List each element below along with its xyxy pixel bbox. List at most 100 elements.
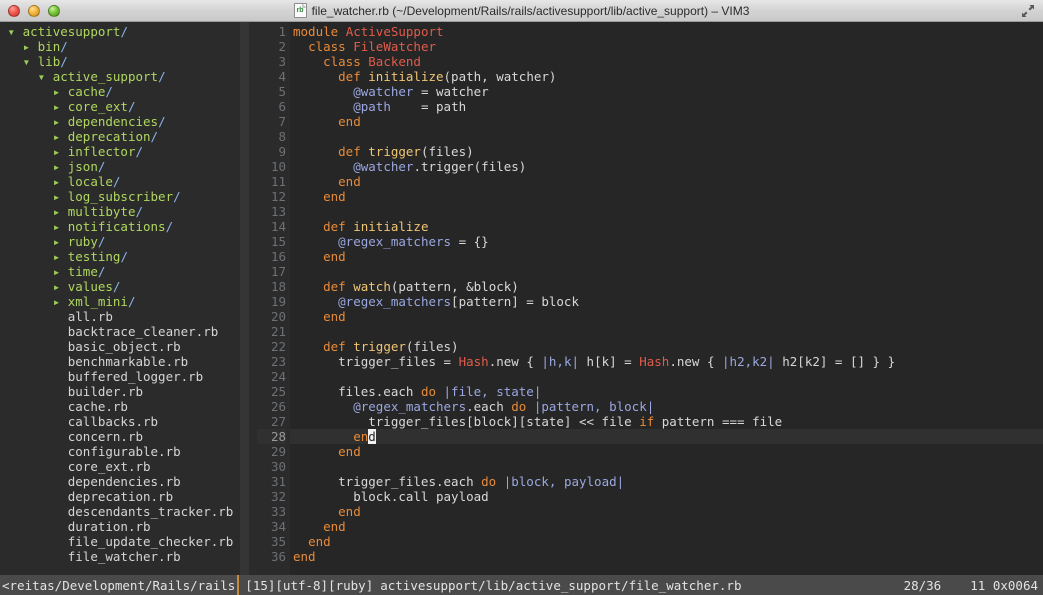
code-line[interactable]: end: [290, 444, 1043, 459]
tree-file-item[interactable]: core_ext.rb: [0, 459, 240, 474]
split-separator[interactable]: [240, 22, 249, 575]
tree-dir-item[interactable]: ▸ cache/: [0, 84, 240, 99]
code-line[interactable]: end: [290, 114, 1043, 129]
code-line[interactable]: module ActiveSupport: [290, 24, 1043, 39]
chevron-down-icon[interactable]: ▾: [23, 54, 38, 69]
code-line[interactable]: class Backend: [290, 54, 1043, 69]
tree-file-item[interactable]: basic_object.rb: [0, 339, 240, 354]
tree-file-item[interactable]: deprecation.rb: [0, 489, 240, 504]
code-line[interactable]: block.call payload: [290, 489, 1043, 504]
code-line[interactable]: [290, 459, 1043, 474]
code-line[interactable]: [290, 369, 1043, 384]
chevron-right-icon[interactable]: ▸: [53, 219, 68, 234]
chevron-right-icon[interactable]: ▸: [23, 39, 38, 54]
tree-dir-item[interactable]: ▸ ruby/: [0, 234, 240, 249]
tree-file-item[interactable]: backtrace_cleaner.rb: [0, 324, 240, 339]
zoom-button[interactable]: [48, 5, 60, 17]
code-text-area[interactable]: module ActiveSupport class FileWatcher c…: [290, 22, 1043, 575]
code-line[interactable]: files.each do |file, state|: [290, 384, 1043, 399]
chevron-right-icon[interactable]: ▸: [53, 84, 68, 99]
tree-dir-item[interactable]: ▸ deprecation/: [0, 129, 240, 144]
code-line[interactable]: [290, 129, 1043, 144]
code-line[interactable]: @path = path: [290, 99, 1043, 114]
code-line[interactable]: end: [290, 549, 1043, 564]
tree-file-item[interactable]: concern.rb: [0, 429, 240, 444]
code-line[interactable]: end: [290, 174, 1043, 189]
chevron-right-icon[interactable]: ▸: [53, 294, 68, 309]
code-line[interactable]: end: [290, 249, 1043, 264]
code-line[interactable]: [290, 264, 1043, 279]
code-line[interactable]: def trigger(files): [290, 144, 1043, 159]
code-token: end: [338, 504, 361, 519]
tree-dir-item[interactable]: ▸ bin/: [0, 39, 240, 54]
code-token: trigger_files =: [293, 354, 459, 369]
code-line[interactable]: def trigger(files): [290, 339, 1043, 354]
tree-dir-item[interactable]: ▸ inflector/: [0, 144, 240, 159]
chevron-right-icon[interactable]: ▸: [53, 129, 68, 144]
code-line[interactable]: end: [290, 309, 1043, 324]
tree-file-item[interactable]: descendants_tracker.rb: [0, 504, 240, 519]
tree-file-item[interactable]: buffered_logger.rb: [0, 369, 240, 384]
tree-file-item[interactable]: file_update_checker.rb: [0, 534, 240, 549]
tree-dir-item[interactable]: ▸ log_subscriber/: [0, 189, 240, 204]
code-line[interactable]: trigger_files.each do |block, payload|: [290, 474, 1043, 489]
tree-dir-item[interactable]: ▸ time/: [0, 264, 240, 279]
code-line[interactable]: class FileWatcher: [290, 39, 1043, 54]
chevron-right-icon[interactable]: ▸: [53, 234, 68, 249]
tree-dir-item[interactable]: ▸ notifications/: [0, 219, 240, 234]
close-button[interactable]: [8, 5, 20, 17]
tree-dir-item[interactable]: ▸ multibyte/: [0, 204, 240, 219]
code-line[interactable]: [290, 324, 1043, 339]
code-line[interactable]: def initialize(path, watcher): [290, 69, 1043, 84]
code-line[interactable]: [290, 204, 1043, 219]
tree-dir-item[interactable]: ▸ json/: [0, 159, 240, 174]
code-line[interactable]: trigger_files = Hash.new { |h,k| h[k] = …: [290, 354, 1043, 369]
chevron-right-icon[interactable]: ▸: [53, 264, 68, 279]
code-line[interactable]: trigger_files[block][state] << file if p…: [290, 414, 1043, 429]
tree-dir-item[interactable]: ▸ testing/: [0, 249, 240, 264]
tree-dir-item[interactable]: ▸ locale/: [0, 174, 240, 189]
code-line[interactable]: end: [290, 189, 1043, 204]
chevron-right-icon[interactable]: ▸: [53, 279, 68, 294]
code-line[interactable]: def initialize: [290, 219, 1043, 234]
tree-dir-item[interactable]: ▸ dependencies/: [0, 114, 240, 129]
chevron-right-icon[interactable]: ▸: [53, 144, 68, 159]
tree-dir-item[interactable]: ▾ active_support/: [0, 69, 240, 84]
chevron-right-icon[interactable]: ▸: [53, 189, 68, 204]
chevron-right-icon[interactable]: ▸: [53, 249, 68, 264]
tree-file-item[interactable]: configurable.rb: [0, 444, 240, 459]
tree-dir-item[interactable]: ▸ values/: [0, 279, 240, 294]
tree-file-item[interactable]: file_watcher.rb: [0, 549, 240, 564]
tree-file-item[interactable]: builder.rb: [0, 384, 240, 399]
code-line[interactable]: @regex_matchers = {}: [290, 234, 1043, 249]
tree-file-item[interactable]: duration.rb: [0, 519, 240, 534]
tree-dir-item[interactable]: ▾ lib/: [0, 54, 240, 69]
code-line[interactable]: @watcher.trigger(files): [290, 159, 1043, 174]
code-line[interactable]: end: [290, 504, 1043, 519]
tree-dir-item[interactable]: ▾ activesupport/: [0, 24, 240, 39]
tree-file-item[interactable]: cache.rb: [0, 399, 240, 414]
tree-dir-item[interactable]: ▸ xml_mini/: [0, 294, 240, 309]
minimize-button[interactable]: [28, 5, 40, 17]
tree-file-item[interactable]: callbacks.rb: [0, 414, 240, 429]
tree-file-item[interactable]: all.rb: [0, 309, 240, 324]
code-line[interactable]: def watch(pattern, &block): [290, 279, 1043, 294]
code-line[interactable]: end: [290, 429, 1043, 444]
tree-file-item[interactable]: dependencies.rb: [0, 474, 240, 489]
code-line[interactable]: @watcher = watcher: [290, 84, 1043, 99]
chevron-right-icon[interactable]: ▸: [53, 99, 68, 114]
chevron-down-icon[interactable]: ▾: [8, 24, 23, 39]
code-line[interactable]: @regex_matchers.each do |pattern, block|: [290, 399, 1043, 414]
nerdtree-file-explorer[interactable]: ▾ activesupport/ ▸ bin/ ▾ lib/ ▾ active_…: [0, 22, 240, 575]
code-line[interactable]: @regex_matchers[pattern] = block: [290, 294, 1043, 309]
chevron-right-icon[interactable]: ▸: [53, 174, 68, 189]
code-line[interactable]: end: [290, 519, 1043, 534]
code-line[interactable]: end: [290, 534, 1043, 549]
chevron-right-icon[interactable]: ▸: [53, 159, 68, 174]
tree-file-item[interactable]: benchmarkable.rb: [0, 354, 240, 369]
chevron-right-icon[interactable]: ▸: [53, 204, 68, 219]
chevron-down-icon[interactable]: ▾: [38, 69, 53, 84]
tree-dir-item[interactable]: ▸ core_ext/: [0, 99, 240, 114]
fullscreen-arrows-icon[interactable]: [1020, 3, 1036, 19]
chevron-right-icon[interactable]: ▸: [53, 114, 68, 129]
